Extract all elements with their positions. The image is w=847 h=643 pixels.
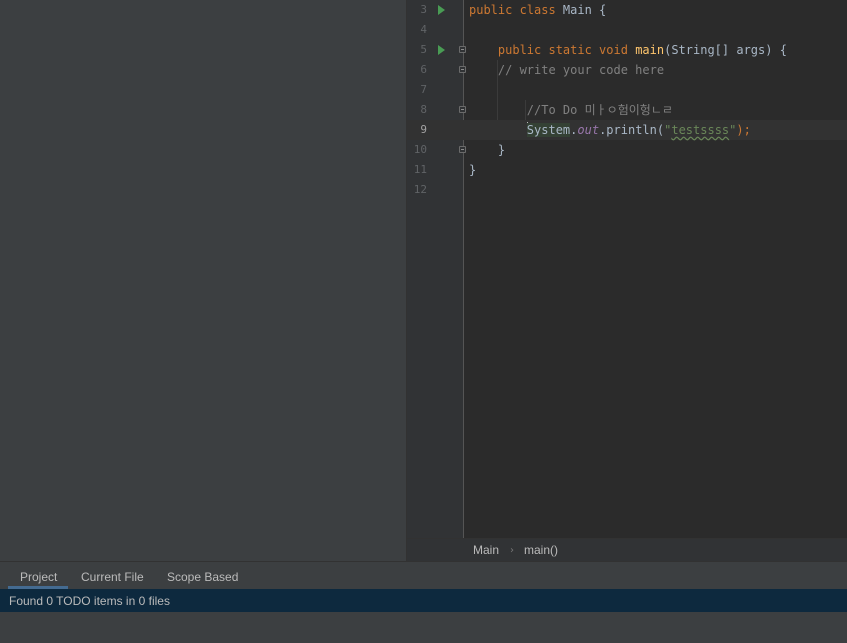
line-number: 8 [420,103,427,116]
run-main-icon[interactable] [438,45,445,55]
code-line-6[interactable]: 6 // write your code here [407,60,847,80]
tab-scope-based[interactable]: Scope Based [167,562,238,589]
code-token: public class [469,3,563,17]
code-line-9[interactable]: 9 System.out.println("testssss"); [407,120,847,140]
breadcrumb: Main › main() [407,538,847,561]
fold-icon[interactable] [459,146,466,153]
code-line-4[interactable]: 4 [407,20,847,40]
code-text: System.out.println("testssss"); [469,120,751,140]
chevron-right-icon: › [510,545,514,556]
line-number: 5 [420,43,427,56]
todo-result-row[interactable]: Found 0 TODO items in 0 files [0,589,847,612]
tab-current-file[interactable]: Current File [81,562,144,589]
code-line-3[interactable]: 3 public class Main { [407,0,847,20]
line-number: 11 [413,163,427,176]
code-token: //To Do 미ㅏㅇ험이헝ㄴㄹ [526,103,673,117]
fold-icon[interactable] [459,46,466,53]
line-number: 9 [420,123,427,136]
code-token: System [526,123,571,137]
code-line-10[interactable]: 10 } [407,140,847,160]
fold-icon[interactable] [459,66,466,73]
run-class-icon[interactable] [438,5,445,15]
fold-icon[interactable] [459,106,466,113]
todo-status-text: Found 0 TODO items in 0 files [9,594,170,608]
line-number: 4 [420,23,427,36]
project-tool-window [0,0,406,561]
code-token: } [469,163,477,177]
todo-scope-tabs: Project Current File Scope Based [0,561,847,589]
code-token: ); [736,123,751,137]
code-line-5[interactable]: 5 public static void main(String[] args)… [407,40,847,60]
code-line-8[interactable]: 8 //To Do 미ㅏㅇ험이헝ㄴㄹ [407,100,847,120]
breadcrumb-class[interactable]: Main [473,539,499,562]
code-token: } [469,143,506,157]
code-token: .println( [599,123,665,137]
line-number: 12 [413,183,427,196]
line-number: 10 [413,143,427,156]
code-token: main [635,43,665,57]
code-token: public static void [497,43,636,57]
breadcrumb-method[interactable]: main() [524,539,558,562]
line-number: 7 [420,83,427,96]
code-text: } [469,160,476,180]
tab-project[interactable]: Project [7,562,69,589]
code-token: // write your code here [497,63,665,77]
code-line-12[interactable]: 12 [407,180,847,200]
code-token: (String[] args) { [664,43,787,57]
line-number: 3 [420,3,427,16]
code-text: } [469,140,505,160]
code-text: public class Main { [469,0,606,20]
code-token: testssss [671,123,730,137]
code-line-7[interactable]: 7 [407,80,847,100]
code-line-11[interactable]: 11 } [407,160,847,180]
code-text: //To Do 미ㅏㅇ험이헝ㄴㄹ [469,100,673,120]
code-token: out [577,123,600,137]
todo-results-area [0,612,847,643]
code-text: public static void main(String[] args) { [469,40,787,60]
line-number: 6 [420,63,427,76]
code-token: Main { [562,3,607,17]
code-editor[interactable]: 3 public class Main { 4 5 public static … [407,0,847,538]
code-text: // write your code here [469,60,664,80]
